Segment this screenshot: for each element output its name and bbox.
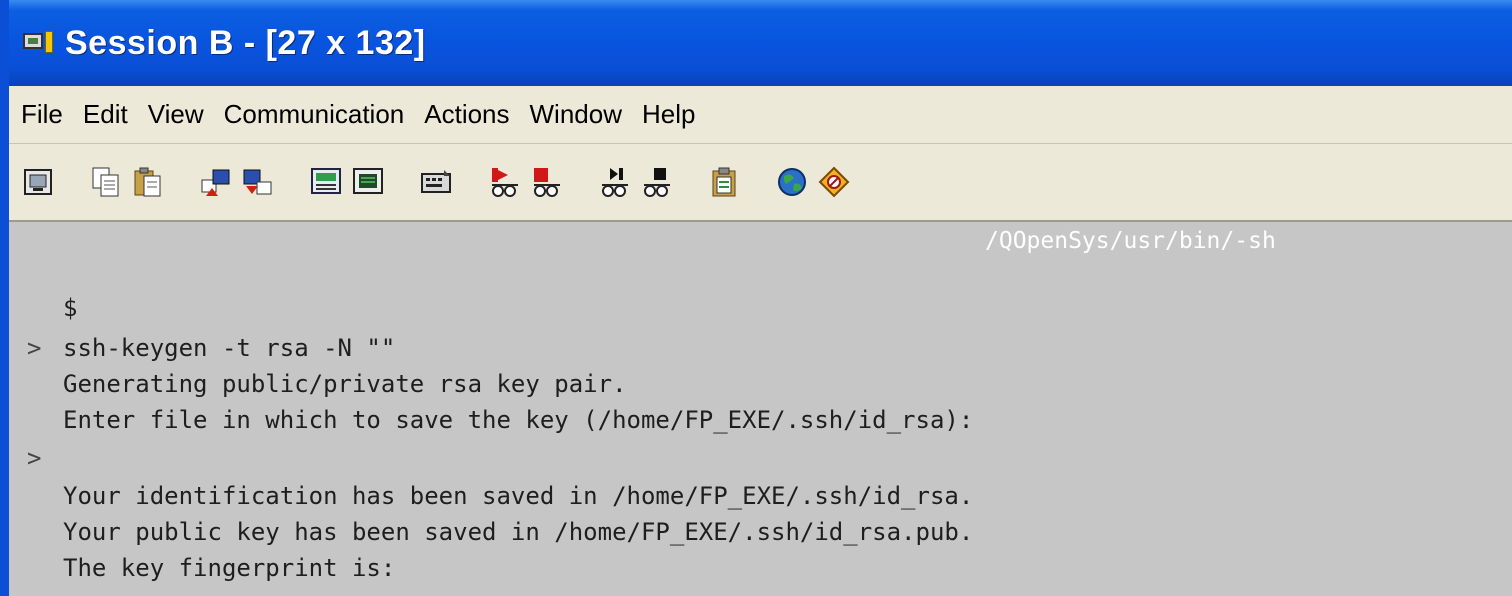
- macro-pause-icon[interactable]: [637, 162, 675, 202]
- menu-actions[interactable]: Actions: [424, 99, 509, 130]
- menu-communication[interactable]: Communication: [224, 99, 405, 130]
- prompt-arrow: >: [27, 334, 42, 362]
- title-bar[interactable]: Session B - [27 x 132]: [9, 0, 1512, 86]
- send-file-icon[interactable]: [197, 162, 235, 202]
- terminal-line-enter-file: Enter file in which to save the key (/ho…: [63, 406, 974, 434]
- macro-icon[interactable]: [417, 162, 455, 202]
- toolbar: [9, 144, 1512, 222]
- keyboard-map-icon[interactable]: [349, 162, 387, 202]
- terminal-line-generating: Generating public/private rsa key pair.: [63, 370, 627, 398]
- menu-file[interactable]: File: [21, 99, 63, 130]
- session-app-icon[interactable]: [23, 29, 57, 57]
- menu-bar: File Edit View Communication Actions Win…: [9, 86, 1512, 144]
- menu-help[interactable]: Help: [642, 99, 695, 130]
- clipboard-icon[interactable]: [705, 162, 743, 202]
- prompt-arrow: >: [27, 444, 42, 472]
- terminal-line-dollar: $: [63, 294, 78, 322]
- terminal-line-fingerprint: The key fingerprint is:: [63, 554, 396, 582]
- play-macro-icon[interactable]: [595, 162, 633, 202]
- terminal-line-identification: Your identification has been saved in /h…: [63, 482, 974, 510]
- record-macro-icon[interactable]: [485, 162, 523, 202]
- terminal-path: /QOpenSys/usr/bin/-sh: [985, 228, 1276, 254]
- terminal-line-command: ssh-keygen -t rsa -N "": [63, 334, 396, 362]
- help-icon[interactable]: [815, 162, 853, 202]
- globe-icon[interactable]: [773, 162, 811, 202]
- menu-view[interactable]: View: [148, 99, 204, 130]
- display-setup-icon[interactable]: [307, 162, 345, 202]
- receive-file-icon[interactable]: [239, 162, 277, 202]
- app-window: Session B - [27 x 132] File Edit View Co…: [0, 0, 1512, 596]
- paste-icon[interactable]: [129, 162, 167, 202]
- stop-macro-icon[interactable]: [527, 162, 565, 202]
- terminal-screen[interactable]: /QOpenSys/usr/bin/-sh $ > ssh-keygen -t …: [9, 222, 1512, 596]
- copy-icon[interactable]: [87, 162, 125, 202]
- print-screen-icon[interactable]: [19, 162, 57, 202]
- window-title: Session B - [27 x 132]: [65, 23, 426, 62]
- terminal-line-public-key: Your public key has been saved in /home/…: [63, 518, 974, 546]
- menu-edit[interactable]: Edit: [83, 99, 128, 130]
- menu-window[interactable]: Window: [530, 99, 622, 130]
